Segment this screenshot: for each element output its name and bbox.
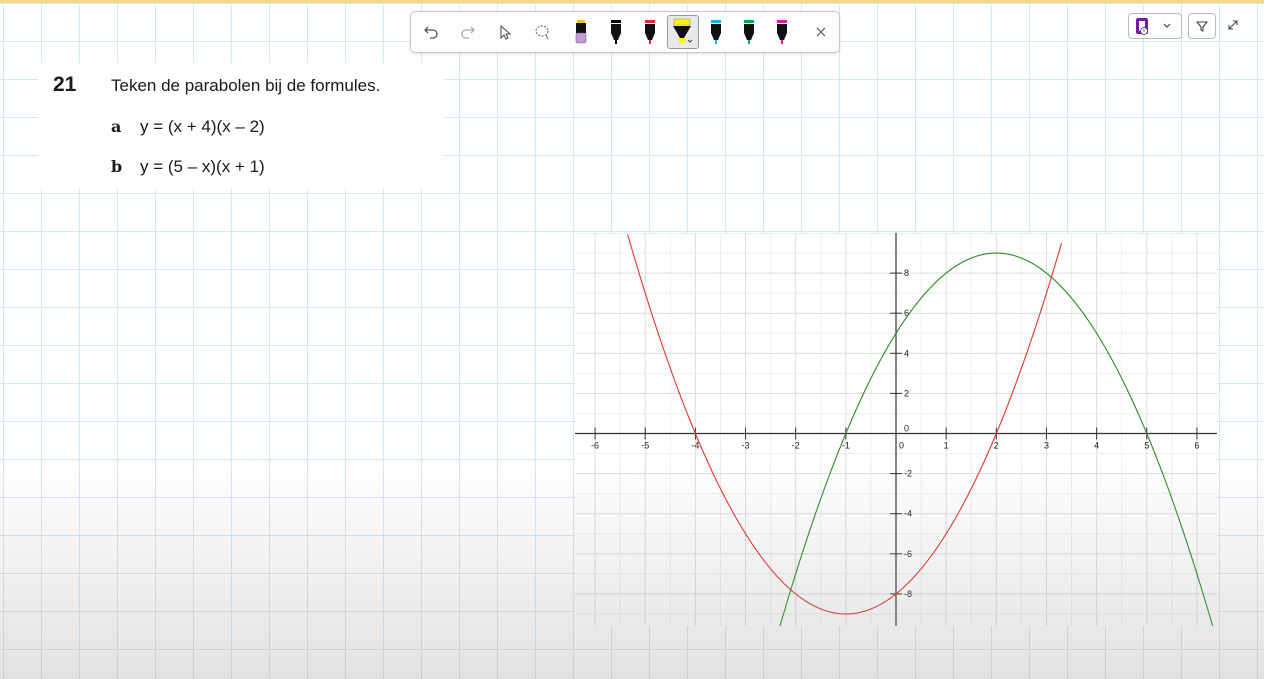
filter-button[interactable] [1188,13,1216,39]
pen-magenta-icon[interactable] [770,20,794,44]
expand-button[interactable] [1222,13,1244,37]
y-tick-label: 8 [904,268,909,278]
redo-icon[interactable] [456,20,480,44]
x-tick-label: -4 [691,441,699,451]
question-instruction: Teken de parabolen bij de formules. [111,76,381,95]
part-b-letter: b [111,157,123,176]
y-tick-label: 2 [904,388,909,398]
y-tick-label: 4 [904,348,909,358]
y-tick-label: -6 [904,549,912,559]
select-pointer-icon[interactable] [493,20,517,44]
x-tick-label: 0 [899,441,904,451]
exercise-panel: 21 Teken de parabolen bij de formules. a… [38,63,444,189]
part-b-formula: y = (5 – x)(x + 1) [140,157,265,176]
onenote-icon [1136,18,1171,35]
x-tick-label: -2 [792,441,800,451]
eraser-pen-icon[interactable] [569,20,593,44]
part-a-letter: a [111,117,122,136]
x-tick-label: -1 [842,441,850,451]
x-tick-label: -5 [641,441,649,451]
x-tick-label: 6 [1194,441,1199,451]
graph-svg: -6 -5 -4 -3 -2 -1 0 1 2 3 4 5 6-8-6-4-202468 [575,232,1217,633]
y-tick-label: -4 [904,509,912,519]
x-tick-label: 1 [944,441,949,451]
part-a-formula: y = (x + 4)(x – 2) [140,117,265,136]
y-tick-label: 0 [904,424,909,434]
question-number: 21 [53,73,77,96]
parabola-graph: -6 -5 -4 -3 -2 -1 0 1 2 3 4 5 6 -8 -6 -4 -2 0 2 4 6 8 [575,232,1217,633]
y-tick-label: -8 [904,589,912,599]
close-icon[interactable] [809,20,833,44]
notebook-switch-button[interactable] [1128,13,1182,39]
x-tick-label: -6 [591,441,599,451]
pen-green-icon[interactable] [737,20,761,44]
pen-black-icon[interactable] [604,20,628,44]
x-tick-label: 5 [1144,441,1149,451]
x-tick-label: 3 [1044,441,1049,451]
highlighter-yellow-icon[interactable] [667,15,699,49]
top-edge-border [0,0,1264,3]
lasso-icon[interactable] [530,20,554,44]
expand-icon [1228,20,1238,30]
drawing-toolbar [410,11,840,53]
pen-cyan-icon[interactable] [704,20,728,44]
x-tick-label: -3 [742,441,750,451]
y-tick-label: -2 [904,469,912,479]
pen-red-icon[interactable] [638,20,662,44]
x-tick-label: 2 [994,441,999,451]
undo-icon[interactable] [419,20,443,44]
funnel-icon [1195,21,1209,32]
x-tick-label: 4 [1094,441,1099,451]
